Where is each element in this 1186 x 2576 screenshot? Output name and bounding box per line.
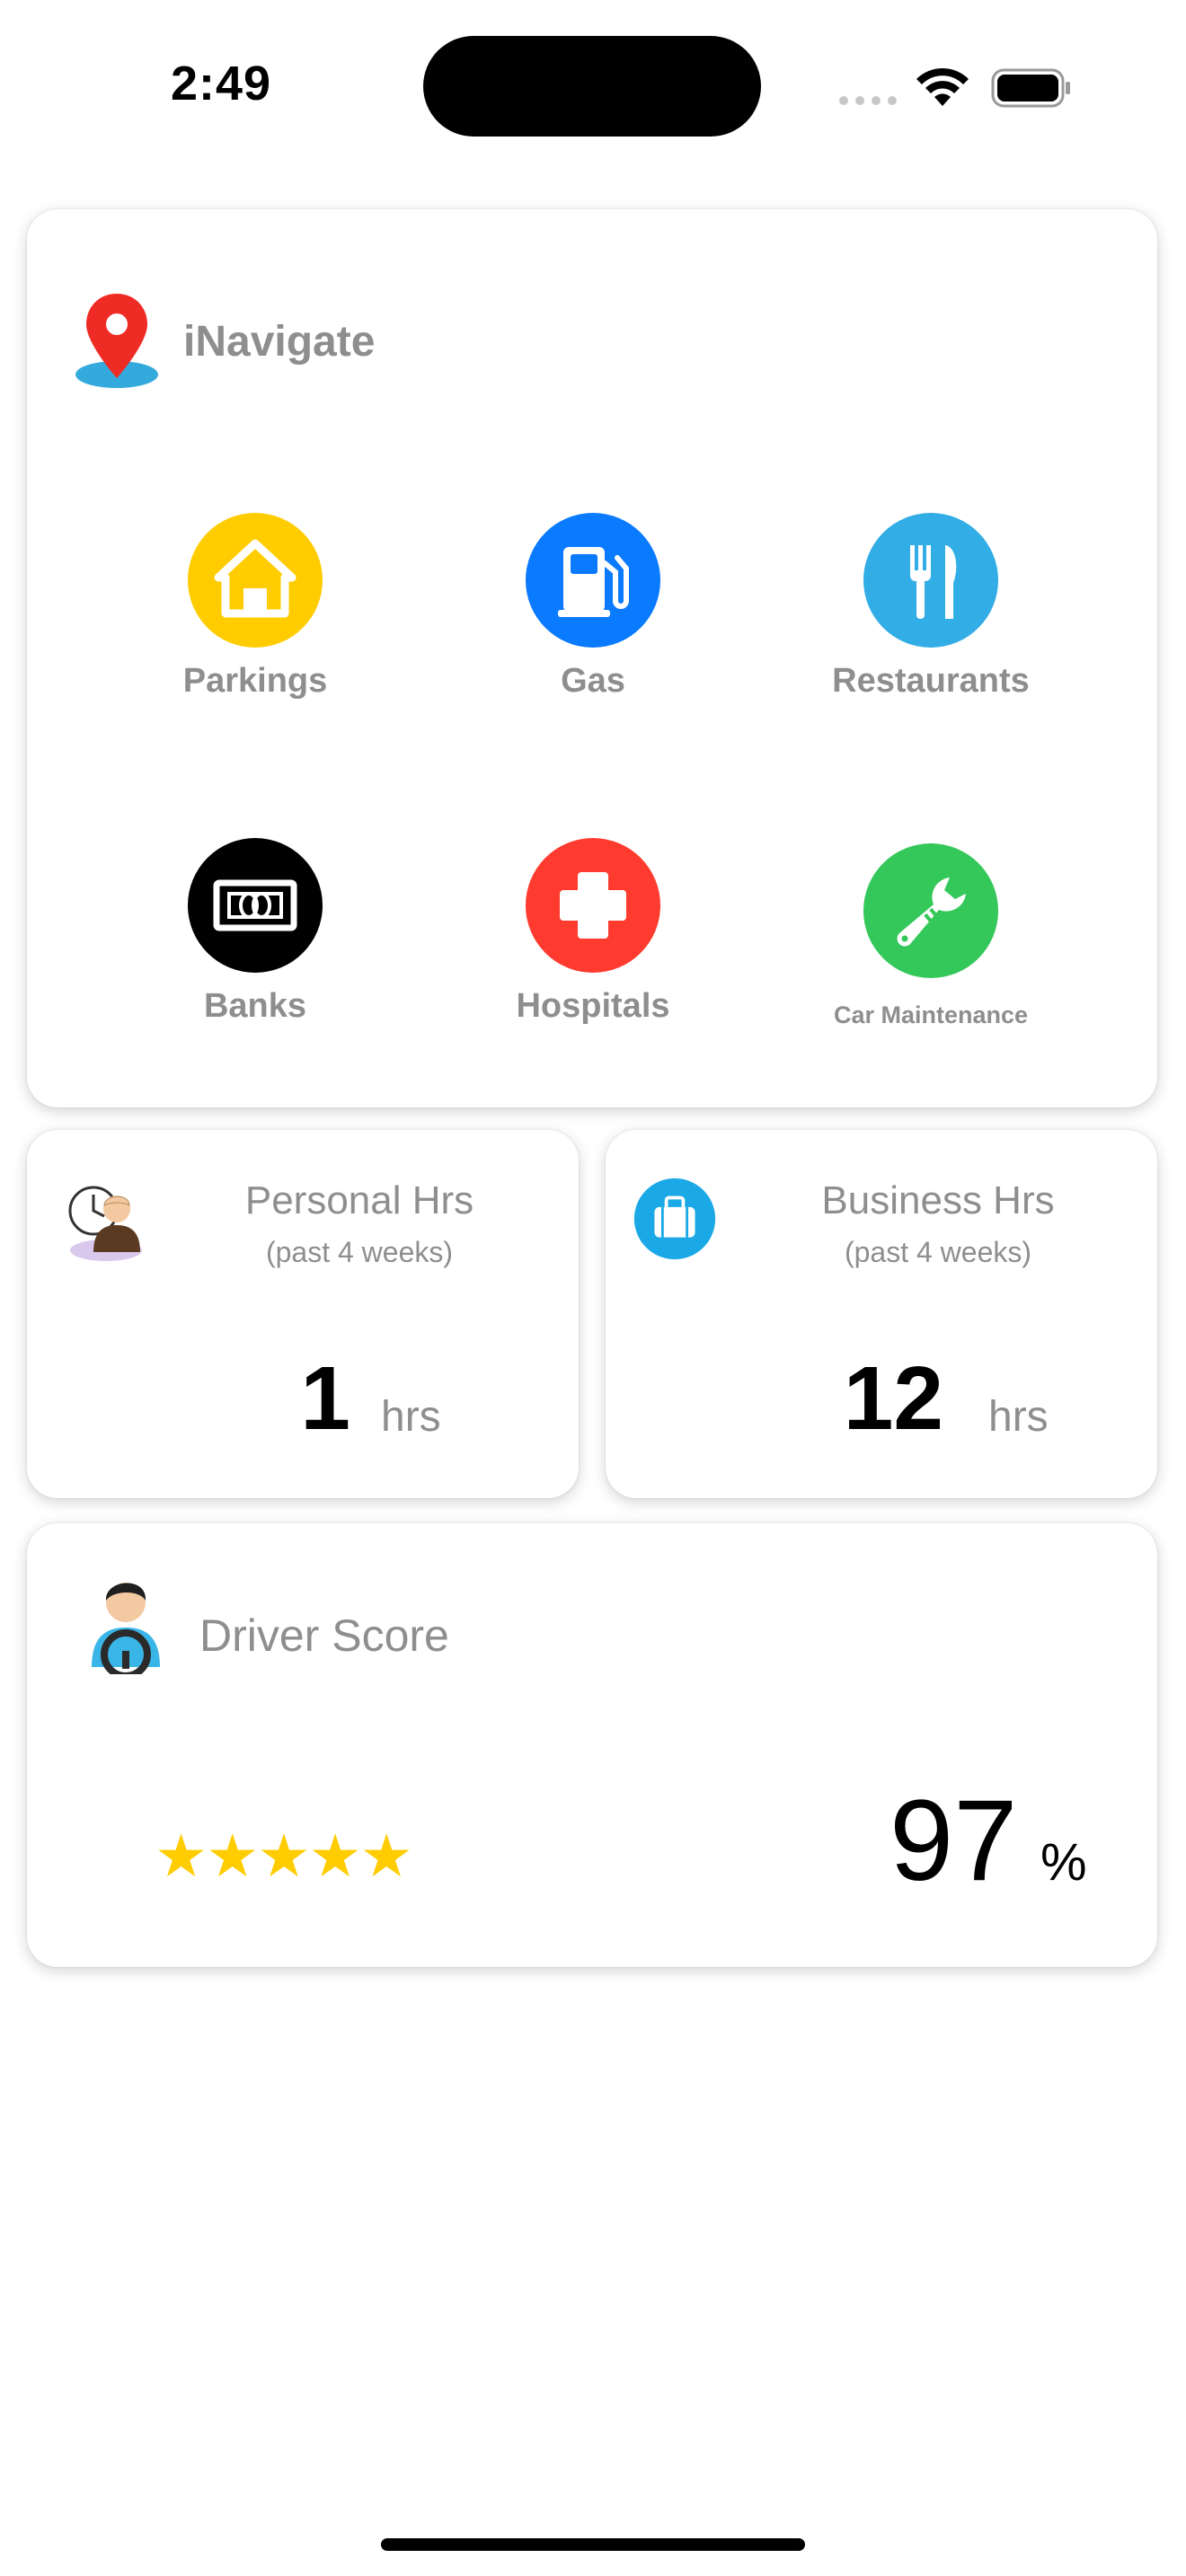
person-clock-icon xyxy=(68,1186,142,1261)
cellular-signal-icon xyxy=(839,93,904,110)
driver-score-card[interactable]: Driver Score ★★★★★ 97 % xyxy=(27,1523,1157,1967)
parking-circle xyxy=(188,513,323,648)
status-time: 2:49 xyxy=(171,57,272,110)
briefcase-icon xyxy=(633,1178,716,1260)
category-restaurants[interactable]: Restaurants xyxy=(796,513,1066,701)
home-icon xyxy=(214,539,296,618)
category-label: Gas xyxy=(561,662,625,700)
personal-hours-subtitle: (past 4 weeks) xyxy=(265,1236,454,1268)
category-banks[interactable]: Banks xyxy=(120,838,390,1026)
banknote-icon xyxy=(213,879,297,931)
category-label: Banks xyxy=(203,987,307,1025)
app-title: iNavigate xyxy=(183,318,376,366)
personal-hours-card[interactable]: Personal Hrs (past 4 weeks) 1 hrs xyxy=(27,1130,579,1498)
personal-hours-title: Personal Hrs xyxy=(244,1178,474,1222)
driver-score-title: Driver Score xyxy=(199,1610,449,1661)
driver-score-value: 97 xyxy=(890,1777,1018,1905)
battery-icon xyxy=(991,68,1070,108)
business-hours-subtitle: (past 4 weeks) xyxy=(844,1236,1032,1268)
fuel-pump-icon xyxy=(558,547,629,617)
medical-cross-icon xyxy=(560,872,626,939)
category-hospitals[interactable]: Hospitals xyxy=(458,838,728,1026)
category-label: Restaurants xyxy=(832,662,1030,700)
star-rating: ★★★★★ xyxy=(155,1822,413,1889)
category-label: Parkings xyxy=(182,662,328,700)
driver-icon xyxy=(92,1583,160,1674)
driver-score-unit: % xyxy=(1040,1833,1087,1892)
status-bar: 2:49 xyxy=(0,0,1186,171)
personal-hours-unit: hrs xyxy=(381,1393,441,1441)
business-hours-unit: hrs xyxy=(988,1393,1049,1441)
business-hours-value: 12 xyxy=(843,1348,943,1449)
fork-knife-icon xyxy=(910,545,957,619)
wrench-icon xyxy=(897,878,966,947)
category-label: Car Maintenance xyxy=(833,1001,1029,1028)
category-parkings[interactable]: Parkings xyxy=(120,513,390,701)
dynamic-island xyxy=(423,36,761,137)
inavigate-card: iNavigate Parkings Gas Restaurants Banks… xyxy=(27,209,1157,1107)
business-hours-title: Business Hrs xyxy=(821,1178,1055,1222)
category-car-maintenance[interactable]: Car Maintenance xyxy=(796,843,1066,1029)
business-hours-card[interactable]: Business Hrs (past 4 weeks) 12 hrs xyxy=(606,1130,1157,1498)
location-pin-icon xyxy=(75,294,158,388)
home-indicator[interactable] xyxy=(381,2538,805,2551)
personal-hours-value: 1 xyxy=(300,1348,350,1449)
category-gas[interactable]: Gas xyxy=(458,513,728,701)
category-label: Hospitals xyxy=(516,987,670,1025)
wifi-icon xyxy=(916,67,969,106)
